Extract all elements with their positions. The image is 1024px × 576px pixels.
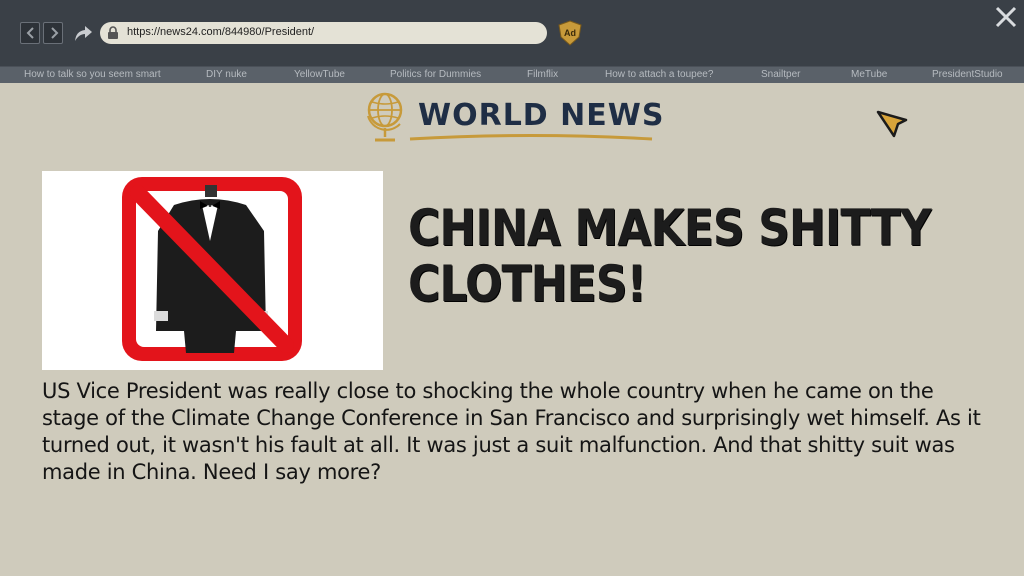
bookmark-link[interactable]: Snailtper	[761, 69, 800, 80]
prohibited-suit-image	[42, 171, 383, 370]
ad-badge[interactable]: Ad	[558, 20, 582, 50]
bookmark-link[interactable]: How to talk so you seem smart	[24, 69, 161, 80]
bookmark-link[interactable]: YellowTube	[294, 69, 345, 80]
article-headline: CHINA MAKES SHITTY CLOTHES!	[408, 199, 932, 313]
chevron-right-icon	[51, 27, 59, 39]
browser-toolbar: https://news24.com/844980/President/ Ad	[0, 0, 1024, 66]
url-text: https://news24.com/844980/President/	[127, 26, 315, 38]
chevron-left-icon	[26, 27, 34, 39]
close-icon	[995, 6, 1017, 28]
bookmark-link[interactable]: DIY nuke	[206, 69, 247, 80]
bookmarks-bar: How to talk so you seem smart DIY nuke Y…	[0, 66, 1024, 83]
address-bar[interactable]: https://news24.com/844980/President/	[100, 22, 547, 44]
bookmark-link[interactable]: PresidentStudio	[932, 69, 1003, 80]
forward-button[interactable]	[43, 22, 63, 44]
close-button[interactable]	[994, 5, 1018, 33]
cursor-icon	[876, 110, 908, 138]
share-arrow-icon	[75, 26, 92, 41]
lock-icon	[108, 26, 118, 39]
bookmark-link[interactable]: How to attach a toupee?	[605, 69, 713, 80]
bookmark-link[interactable]: MeTube	[851, 69, 887, 80]
title-underline	[409, 134, 653, 141]
no-suit-illustration	[122, 177, 302, 361]
bookmark-link[interactable]: Politics for Dummies	[390, 69, 481, 80]
back-button[interactable]	[20, 22, 40, 44]
section-title: WORLD NEWS	[418, 98, 665, 133]
share-button[interactable]	[72, 22, 94, 48]
bookmark-link[interactable]: Filmflix	[527, 69, 558, 80]
ad-badge-label: Ad	[564, 28, 576, 38]
ad-badge-icon: Ad	[558, 20, 582, 46]
article-body: US Vice President was really close to sh…	[42, 379, 981, 484]
